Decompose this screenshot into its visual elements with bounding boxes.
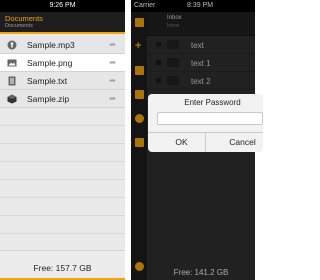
status-bar: Carrier 8:39 PM [131,0,255,12]
left-phone-screen: 9:26 PM Documents Documents Sample.mp3 ➦… [0,0,125,280]
breadcrumb: Documents [5,23,33,29]
add-icon[interactable]: + [135,41,144,52]
carrier-label: Carrier [134,2,156,9]
file-row-txt[interactable]: Sample.txt ➦ [0,72,125,90]
dialog-buttons: OK Cancel [148,132,263,152]
file-row[interactable]: text [147,36,255,54]
file-name: text [191,41,204,50]
breadcrumb: Inbox [167,23,180,29]
file-name: Sample.txt [27,76,68,86]
ok-button[interactable]: OK [148,133,206,152]
select-checkbox[interactable] [156,78,161,83]
select-checkbox[interactable] [156,60,161,65]
file-name: Sample.mp3 [27,40,75,50]
select-checkbox[interactable] [156,42,161,47]
share-icon[interactable]: ➦ [109,94,116,104]
file-name: text 1 [191,59,211,68]
page-title: Documents [5,14,43,23]
image-icon [7,59,17,67]
nav-header: Inbox Inbox [147,12,255,36]
status-bar: 9:26 PM [0,0,125,12]
cancel-button[interactable]: Cancel [206,133,263,152]
password-dialog: Enter Password OK Cancel [148,94,263,152]
password-input[interactable] [157,112,263,125]
file-row-png[interactable]: Sample.png ➦ [0,54,125,72]
archive-icon [7,94,17,104]
empty-list-area [0,108,125,250]
file-row[interactable]: text 2 [147,72,255,90]
folder-icon [167,40,179,49]
file-row-zip[interactable]: Sample.zip ➦ [0,90,125,108]
sidebar-toolbar: + [131,12,147,280]
trash-icon[interactable] [135,138,144,147]
file-row[interactable]: text 1 [147,54,255,72]
file-name: Sample.zip [27,94,70,104]
page-title: Inbox [167,15,182,21]
dialog-title: Enter Password [184,98,241,107]
audio-icon [7,40,17,50]
file-list: Sample.mp3 ➦ Sample.png ➦ Sample.txt ➦ S… [0,36,125,108]
share-icon[interactable]: ➦ [109,76,116,86]
file-name: text 2 [191,77,211,86]
free-space-label: Free: 141.2 GB [173,268,229,277]
lock-icon[interactable] [135,114,144,123]
folder-icon [167,58,179,67]
share-icon[interactable]: ➦ [109,58,116,68]
folder-icon [167,76,179,85]
folder-icon[interactable] [135,18,144,27]
move-icon[interactable] [135,66,144,75]
text-file-icon [8,76,16,86]
file-row-mp3[interactable]: Sample.mp3 ➦ [0,36,125,54]
free-space-label: Free: 157.7 GB [0,250,125,280]
file-name: Sample.png [27,58,73,68]
status-time: 8:39 PM [187,2,214,9]
rename-icon[interactable] [135,90,144,99]
nav-header: Documents Documents [0,12,125,34]
info-icon[interactable] [135,262,144,271]
share-icon[interactable]: ➦ [109,40,116,50]
status-time: 9:26 PM [49,2,76,9]
